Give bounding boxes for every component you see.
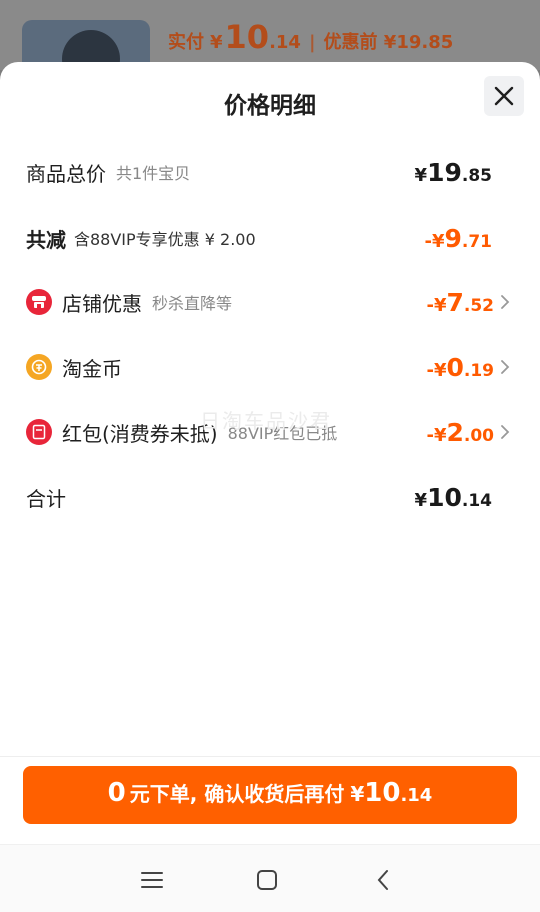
row-sub: 秒杀直降等	[152, 294, 233, 313]
row-amount: ¥ 19 .85	[415, 152, 492, 192]
cta-zero: 0	[107, 778, 126, 808]
amount-int: 7	[446, 288, 464, 317]
amount-dec: .71	[461, 232, 492, 252]
close-icon	[494, 86, 514, 106]
row-total-goods: 商品总价 共1件宝贝 ¥ 19 .85	[0, 152, 540, 192]
row-amount: -¥ 0 .19	[426, 347, 494, 387]
shop-icon	[26, 289, 52, 315]
row-label: 红包(消费券未抵)	[62, 421, 218, 446]
watermark: 日淘车品沙君	[200, 409, 332, 433]
amount-int: 2	[446, 418, 464, 447]
amount-int: 9	[444, 224, 462, 253]
amount-prefix: ¥	[414, 165, 428, 186]
chevron-right-icon	[501, 425, 510, 439]
footer-divider	[0, 756, 540, 757]
row-amount: ¥ 10 .14	[415, 477, 492, 517]
chevron-right-icon	[501, 360, 510, 374]
row-total-discount: 共减 含88VIP专享优惠 ¥ 2.00 -¥ 9 .71	[0, 218, 540, 258]
back-button[interactable]	[368, 865, 398, 895]
row-shop-discount[interactable]: 店铺优惠 秒杀直降等 -¥ 7 .52	[0, 282, 540, 322]
amount-int: 19	[427, 158, 462, 187]
gold-coin-icon	[26, 354, 52, 380]
header-price: 实付 ¥ 10 .14 | 优惠前 ¥19.85	[168, 18, 453, 56]
cta-amount-dec: .14	[400, 785, 433, 806]
menu-icon	[141, 872, 163, 888]
home-button[interactable]	[252, 865, 282, 895]
system-navbar	[0, 844, 540, 912]
row-sub: 含88VIP专享优惠 ¥ 2.00	[74, 230, 256, 249]
amount-dec: .85	[461, 166, 492, 186]
cta-currency: ¥	[350, 782, 365, 806]
amount-prefix: ¥	[414, 490, 428, 511]
row-label: 商品总价	[26, 161, 106, 186]
row-amount: -¥ 7 .52	[426, 282, 494, 322]
amount-prefix: -¥	[426, 295, 447, 316]
amount-dec: .19	[463, 361, 494, 381]
price-detail-sheet: 价格明细 商品总价 共1件宝贝 ¥ 19 .85 共减 含88VIP专享优惠 ¥…	[0, 62, 540, 912]
paid-int: 10	[224, 18, 270, 56]
original-price: 优惠前 ¥19.85	[323, 32, 454, 53]
paid-currency: ¥	[210, 32, 223, 53]
order-header-backdrop: 实付 ¥ 10 .14 | 优惠前 ¥19.85	[0, 0, 540, 80]
row-label: 店铺优惠	[62, 291, 142, 316]
sheet-title: 价格明细	[224, 93, 316, 119]
row-sub: 共1件宝贝	[116, 164, 191, 183]
row-label: 合计	[26, 486, 66, 511]
close-button[interactable]	[484, 76, 524, 116]
cta-text: 元下单, 确认收货后再付	[129, 782, 345, 806]
row-amount: -¥ 2 .00	[426, 412, 494, 452]
amount-dec: .52	[463, 296, 494, 316]
red-envelope-icon	[26, 419, 52, 445]
paid-dec: .14	[269, 32, 301, 53]
amount-dec: .14	[461, 491, 492, 511]
amount-prefix: -¥	[426, 425, 447, 446]
amount-prefix: -¥	[426, 360, 447, 381]
price-separator: |	[308, 32, 316, 53]
row-amount: -¥ 9 .71	[424, 218, 492, 258]
back-icon	[377, 870, 388, 890]
amount-int: 0	[446, 353, 464, 382]
amount-int: 10	[427, 483, 462, 512]
chevron-right-icon	[501, 295, 510, 309]
row-label: 共减	[26, 227, 66, 252]
amount-dec: .00	[463, 426, 494, 446]
amount-prefix: -¥	[424, 231, 445, 252]
paid-label: 实付	[168, 32, 204, 53]
row-label: 淘金币	[62, 356, 122, 381]
home-icon	[257, 870, 277, 890]
cta-amount-int: 10	[364, 778, 401, 808]
row-grand-total: 合计 ¥ 10 .14	[0, 477, 540, 517]
menu-button[interactable]	[137, 865, 167, 895]
row-gold-coin[interactable]: 淘金币 -¥ 0 .19	[0, 347, 540, 387]
place-order-button[interactable]: 0 元下单, 确认收货后再付 ¥ 10 .14	[23, 766, 517, 824]
